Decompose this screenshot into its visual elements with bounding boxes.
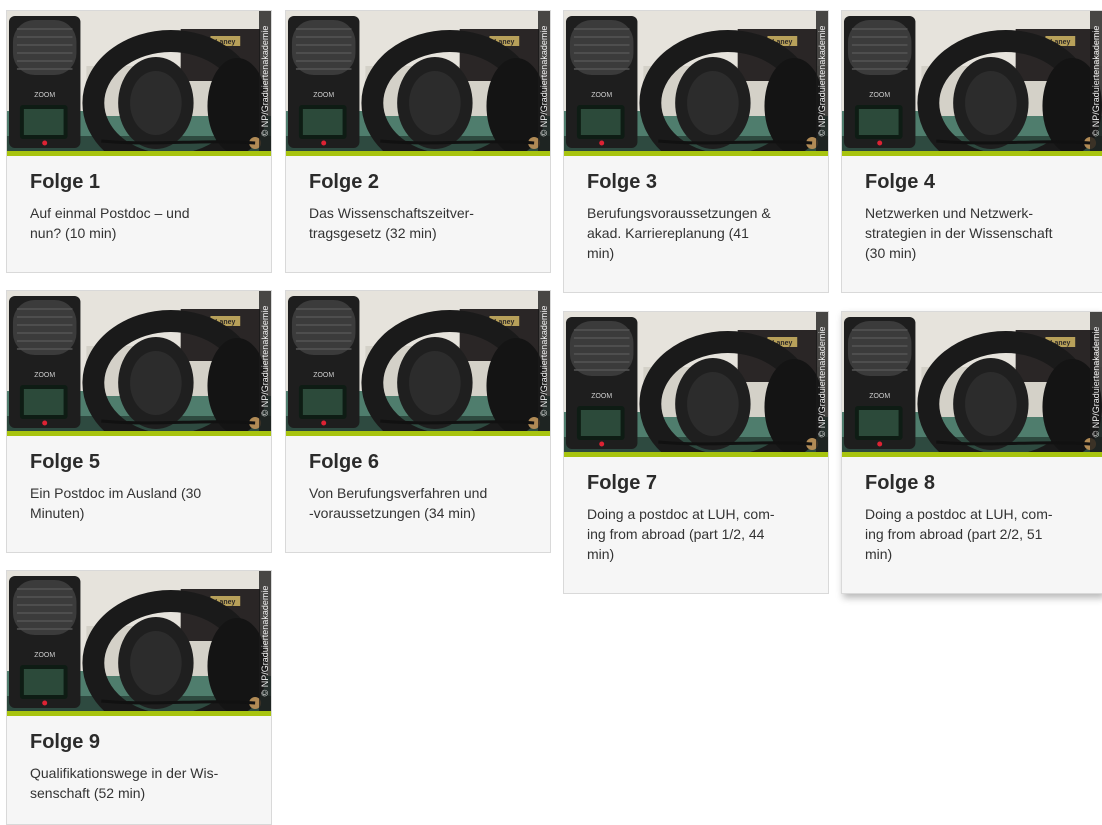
- episode-card-9[interactable]: © NP/Graduiertenakademie Folge 9 Qualifik…: [6, 570, 272, 825]
- episode-description: Netzwerken und Netzwerk- strategien in d…: [865, 205, 1053, 261]
- episode-card-8[interactable]: © NP/Graduiertenakademie Folge 8 Doing a …: [841, 311, 1102, 594]
- episode-card-5[interactable]: © NP/Graduiertenakademie Folge 5 Ein Post…: [6, 290, 272, 553]
- episode-description: Von Berufungsverfahren und -voraussetzun…: [309, 485, 488, 521]
- episode-title[interactable]: Folge 3: [587, 171, 806, 194]
- episode-title[interactable]: Folge 1: [30, 171, 249, 194]
- episode-description: Auf einmal Postdoc – und nun? (10 min): [30, 205, 190, 241]
- photo-credit: © NP/Graduiertenakademie: [1091, 25, 1101, 137]
- episode-title[interactable]: Folge 5: [30, 451, 249, 474]
- episode-card-4[interactable]: © NP/Graduiertenakademie Folge 4 Netzwerk…: [841, 10, 1102, 293]
- episode-thumbnail[interactable]: © NP/Graduiertenakademie: [564, 312, 828, 457]
- photo-credit: © NP/Graduiertenakademie: [539, 25, 549, 137]
- episode-description: Doing a postdoc at LUH, com- ing from ab…: [587, 506, 775, 562]
- photo-credit: © NP/Graduiertenakademie: [817, 326, 827, 438]
- episode-description: Berufungsvoraussetzungen & akad. Karrier…: [587, 205, 771, 261]
- episode-card-2[interactable]: © NP/Graduiertenakademie Folge 2 Das Wiss…: [285, 10, 551, 273]
- episode-thumbnail[interactable]: © NP/Graduiertenakademie: [286, 11, 550, 156]
- episode-description: Das Wissenschaftszeitver- tragsgesetz (3…: [309, 205, 474, 241]
- episode-thumbnail[interactable]: © NP/Graduiertenakademie: [286, 291, 550, 436]
- episode-thumbnail[interactable]: © NP/Graduiertenakademie: [564, 11, 828, 156]
- photo-credit: © NP/Graduiertenakademie: [260, 305, 270, 417]
- photo-credit: © NP/Graduiertenakademie: [1091, 326, 1101, 438]
- episode-thumbnail[interactable]: © NP/Graduiertenakademie: [7, 11, 271, 156]
- photo-credit: © NP/Graduiertenakademie: [539, 305, 549, 417]
- episode-title[interactable]: Folge 6: [309, 451, 528, 474]
- episode-title[interactable]: Folge 2: [309, 171, 528, 194]
- photo-credit: © NP/Graduiertenakademie: [260, 585, 270, 697]
- episode-description: Doing a postdoc at LUH, com- ing from ab…: [865, 506, 1053, 562]
- episode-thumbnail[interactable]: © NP/Graduiertenakademie: [842, 312, 1102, 457]
- episode-thumbnail[interactable]: © NP/Graduiertenakademie: [7, 291, 271, 436]
- episode-card-3[interactable]: © NP/Graduiertenakademie Folge 3 Berufung…: [563, 10, 829, 293]
- episode-card-6[interactable]: © NP/Graduiertenakademie Folge 6 Von Beru…: [285, 290, 551, 553]
- episode-card-1[interactable]: © NP/Graduiertenakademie Folge 1 Auf einm…: [6, 10, 272, 273]
- episode-title[interactable]: Folge 4: [865, 171, 1080, 194]
- episode-title[interactable]: Folge 8: [865, 472, 1080, 495]
- episode-title[interactable]: Folge 9: [30, 731, 249, 754]
- episode-description: Ein Postdoc im Ausland (30 Minuten): [30, 485, 202, 521]
- episode-title[interactable]: Folge 7: [587, 472, 806, 495]
- photo-credit: © NP/Graduiertenakademie: [260, 25, 270, 137]
- photo-credit: © NP/Graduiertenakademie: [817, 25, 827, 137]
- episode-thumbnail[interactable]: © NP/Graduiertenakademie: [7, 571, 271, 716]
- episode-description: Qualifikationswege in der Wis- senschaft…: [30, 765, 219, 801]
- episode-thumbnail[interactable]: © NP/Graduiertenakademie: [842, 11, 1102, 156]
- episode-card-7[interactable]: © NP/Graduiertenakademie Folge 7 Doing a …: [563, 311, 829, 594]
